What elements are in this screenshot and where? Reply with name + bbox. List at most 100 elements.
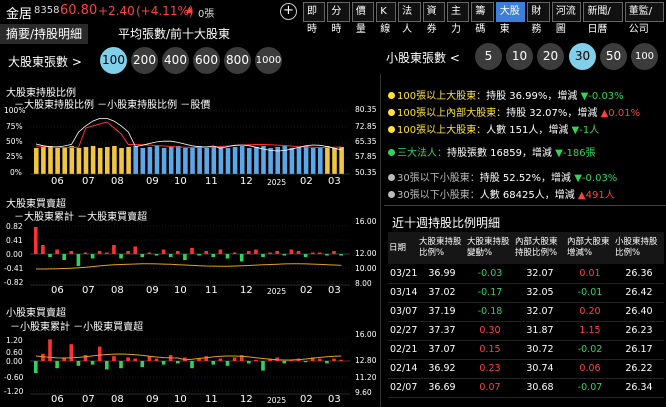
- table-cell: 0.30: [466, 321, 514, 341]
- chart2-bar: [119, 254, 123, 259]
- tab-institutional[interactable]: 法人: [398, 2, 421, 35]
- chart3-bar: [190, 361, 194, 369]
- chart3-bar: [147, 356, 152, 361]
- chart2-xtick: 09: [146, 285, 159, 296]
- chart1-bar: [168, 147, 174, 174]
- chart2-bar: [41, 245, 45, 254]
- tab-realtime[interactable]: 即時: [303, 2, 326, 35]
- chart1-bar: [90, 146, 96, 174]
- tab-major-shareholders[interactable]: 大股東: [495, 2, 526, 35]
- big-threshold-200[interactable]: 200: [131, 47, 158, 74]
- big-threshold-1000[interactable]: 1000: [255, 47, 282, 74]
- chart3-bar: [282, 361, 287, 364]
- tab-financials[interactable]: 財務: [527, 2, 550, 35]
- chart1-bar: [126, 147, 131, 174]
- quote-header: 金居 8358 60.80 +2.40 (+4.11%) ▲ 0張 + 即時 分…: [0, 0, 666, 35]
- col-date[interactable]: 日期: [388, 232, 418, 264]
- chart3-bar: [325, 361, 329, 364]
- chart1-plot: [30, 110, 350, 175]
- chart2-xtick: 06: [51, 285, 64, 296]
- table-cell: 37.19: [418, 302, 466, 322]
- chart1-xtick: 2025: [267, 178, 287, 187]
- small-threshold-30[interactable]: 30: [569, 43, 596, 70]
- chart2-bar: [325, 254, 329, 256]
- chart1-bar: [147, 147, 153, 174]
- table-row: 02/27 37.37 0.30 31.87 1.15 26.23: [388, 321, 664, 341]
- summary-insider-holding: 100張以上內部大股東：持股 32.07%，增減 ▲0.01%: [388, 104, 640, 119]
- table-cell: 26.42: [614, 283, 664, 303]
- chart3-bar: [41, 353, 45, 361]
- chart3-bar: [303, 361, 308, 363]
- chart2-xtick: 02: [300, 285, 313, 296]
- tab-chips[interactable]: 籌碼: [471, 2, 494, 35]
- chart1-bar: [176, 146, 181, 174]
- col-small-ratio[interactable]: 小股東持股比例%: [614, 232, 664, 264]
- tab-directors-company[interactable]: 董監/公司: [624, 2, 664, 35]
- table-row: 02/21 37.07 0.15 30.72 -0.02 26.17: [388, 340, 664, 360]
- chart2-bar: [268, 252, 272, 254]
- chart1-bar: [161, 148, 167, 174]
- big-threshold-800[interactable]: 800: [224, 47, 251, 74]
- small-threshold-20[interactable]: 20: [537, 43, 564, 70]
- chart1-bar: [105, 147, 110, 174]
- stock-price: 60.80: [60, 3, 98, 18]
- tab-kline[interactable]: K線: [376, 2, 397, 35]
- chart3-xtick: 03: [328, 394, 341, 405]
- chart1-bar: [296, 147, 302, 174]
- summary-big-holding: 100張以上大股東：持股 36.99%，增減 ▼-0.03%: [388, 87, 624, 102]
- grey-dot-icon: [388, 174, 395, 181]
- chart1-bar: [55, 148, 60, 174]
- col-big-ratio[interactable]: 大股東持股比例%: [418, 232, 466, 264]
- table-cell: 1.15: [566, 321, 614, 341]
- sub-tabs: 摘要/持股明細 平均張數/前十大股東: [0, 24, 666, 44]
- chart1-bar: [268, 148, 273, 174]
- green-dot-icon: [388, 149, 395, 156]
- table-cell: -0.07: [566, 378, 614, 398]
- big-threshold-100[interactable]: 100: [100, 47, 127, 74]
- chart2-bar: [62, 254, 66, 260]
- nav-tabs: 即時 分時 價量 K線 法人 資券 主力 籌碼 大股東 財務 河流圖 新聞/日曆…: [303, 2, 666, 35]
- chart1-bar: [112, 146, 117, 174]
- chart1-bar: [339, 147, 344, 174]
- tab-river-chart[interactable]: 河流圖: [551, 2, 582, 35]
- small-threshold-50[interactable]: 50: [600, 43, 627, 70]
- small-threshold-10[interactable]: 10: [506, 43, 533, 70]
- big-threshold-600[interactable]: 600: [193, 47, 220, 74]
- chart2-bar: [225, 254, 230, 259]
- table-cell: 26.34: [614, 378, 664, 398]
- tab-margin[interactable]: 資券: [422, 2, 445, 35]
- chart1-xtick: 07: [82, 176, 95, 187]
- chart2-bar: [161, 249, 166, 254]
- tab-price-volume[interactable]: 價量: [351, 2, 375, 35]
- col-big-change[interactable]: 大股東持股變動%: [466, 232, 514, 264]
- big-threshold-400[interactable]: 400: [162, 47, 189, 74]
- tab-news-calendar[interactable]: 新聞/日曆: [583, 2, 623, 35]
- big-shareholder-threshold-label: 大股東張數 >: [8, 55, 82, 69]
- add-watchlist-button[interactable]: +: [280, 3, 297, 20]
- yellow-dot-icon: [388, 92, 395, 99]
- chart1-bar: [261, 146, 266, 174]
- chart1-bar: [34, 148, 39, 174]
- chart2-bar: [69, 251, 74, 254]
- chart3-bar: [34, 361, 38, 373]
- chart1-bar: [69, 146, 75, 174]
- table-cell: 26.17: [614, 340, 664, 360]
- col-insider-ratio[interactable]: 內部大股東持股比例%: [514, 232, 566, 264]
- subtab-summary[interactable]: 摘要/持股明細: [0, 24, 89, 44]
- subtab-average-top10[interactable]: 平均張數/前十大股東: [112, 24, 236, 44]
- chart3-xtick: 2025: [267, 396, 287, 405]
- chart2-bar: [332, 251, 336, 254]
- table-cell: 30.72: [514, 340, 566, 360]
- chart2-xtick: 07: [82, 285, 95, 296]
- tab-main-force[interactable]: 主力: [446, 2, 470, 35]
- col-insider-change[interactable]: 內部大股東增減%: [566, 232, 614, 264]
- small-threshold-5[interactable]: 5: [475, 43, 502, 70]
- table-title: 近十週持股比例明細: [392, 216, 501, 230]
- chart3-bar: [318, 358, 322, 361]
- tab-intraday[interactable]: 分時: [327, 2, 350, 35]
- small-threshold-100[interactable]: 100: [631, 43, 658, 70]
- table-cell: 37.07: [418, 340, 466, 360]
- table-cell: -0.18: [466, 302, 514, 322]
- chart1-xtick: 11: [205, 176, 218, 187]
- panel-divider: [380, 74, 381, 407]
